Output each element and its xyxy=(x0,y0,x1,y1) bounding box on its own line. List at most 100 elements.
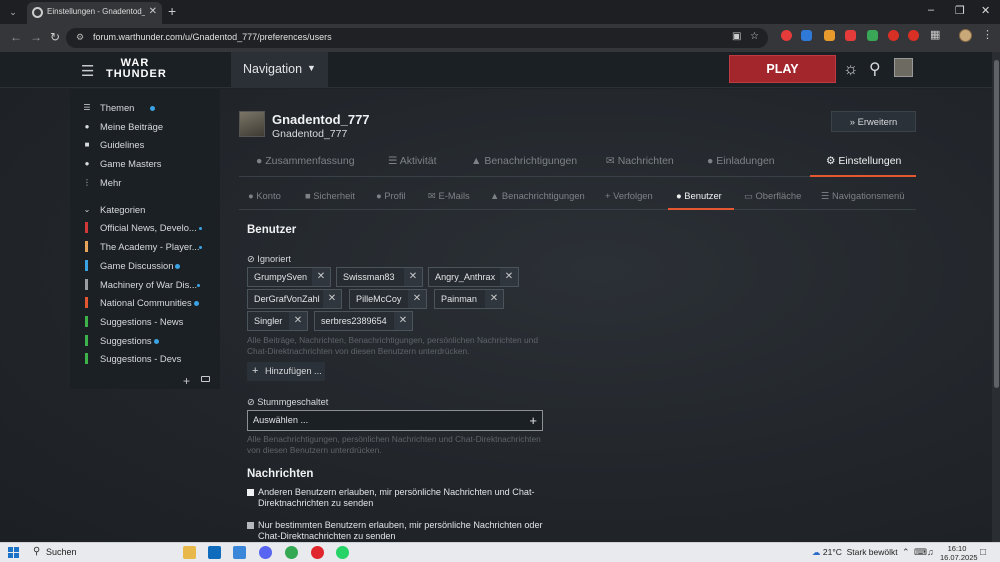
windows-start-icon[interactable] xyxy=(8,547,19,558)
allowlist-messages-checkbox[interactable] xyxy=(247,522,254,529)
sidebar-category-machinery-of-war[interactable]: Machinery of War Dis... xyxy=(82,278,218,294)
tab-einstellungen[interactable]: ⚙ Einstellungen xyxy=(826,155,901,167)
keyboard-icon[interactable]: ⌨ xyxy=(914,547,927,558)
remove-chip-icon[interactable]: ✕ xyxy=(394,312,412,330)
new-tab-icon[interactable]: + xyxy=(168,3,176,19)
taskbar-clock[interactable]: 16:10 16.07.2025 xyxy=(940,544,978,562)
sidebar-categories-header[interactable]: ⌄ Kategorien xyxy=(82,203,218,219)
tab-nachrichten[interactable]: ✉ Nachrichten xyxy=(606,155,674,167)
forward-icon[interactable]: → xyxy=(30,30,42,44)
remove-chip-icon[interactable]: ✕ xyxy=(408,290,426,308)
allow-messages-checkbox[interactable] xyxy=(247,489,254,496)
store-icon[interactable] xyxy=(233,546,246,559)
tab-aktivitaet[interactable]: ☰ Aktivität xyxy=(388,155,437,167)
sidebar-category-the-academy[interactable]: The Academy - Player... xyxy=(82,240,218,256)
sidebar-item-mehr[interactable]: ⋮ Mehr xyxy=(82,176,218,192)
extensions-puzzle-icon[interactable]: ▦ xyxy=(930,28,940,41)
select-placeholder: Auswählen ... xyxy=(253,415,309,425)
new-indicator-dot xyxy=(199,227,202,230)
notification-icon[interactable]: □ xyxy=(980,547,986,558)
extension-youtube-icon[interactable] xyxy=(845,30,856,41)
browser-menu-icon[interactable]: ⋮ xyxy=(982,28,993,41)
remove-chip-icon[interactable]: ✕ xyxy=(485,290,503,308)
remove-chip-icon[interactable]: ✕ xyxy=(500,268,518,286)
remove-chip-icon[interactable]: ✕ xyxy=(404,268,422,286)
bell-icon: ▲ xyxy=(471,155,485,167)
address-bar[interactable]: ⚙ forum.warthunder.com/u/Gnadentod_777/p… xyxy=(66,28,768,48)
discord-icon[interactable] xyxy=(259,546,272,559)
reload-icon[interactable]: ↻ xyxy=(50,30,60,44)
subtab-verfolgen[interactable]: + Verfolgen xyxy=(605,190,653,201)
extension-shield-icon[interactable] xyxy=(867,30,878,41)
subtab-benachrichtigungen[interactable]: ▲ Benachrichtigungen xyxy=(490,190,585,201)
muted-users-select[interactable]: Auswählen ... + xyxy=(247,410,543,431)
minimize-icon[interactable]: – xyxy=(928,4,934,16)
scrollbar-thumb[interactable] xyxy=(994,60,999,388)
add-button-label: Hinzufügen ... xyxy=(265,366,322,376)
browser-tab[interactable]: Einstellungen - Gnadentod_777 - ... ✕ xyxy=(27,2,162,24)
user-avatar[interactable] xyxy=(894,58,913,77)
search-icon[interactable]: ⚲ xyxy=(869,59,881,79)
opera-icon[interactable] xyxy=(311,546,324,559)
subtab-emails[interactable]: ✉ E-Mails xyxy=(428,190,470,202)
sidebar-item-label: Themen xyxy=(100,102,135,113)
chrome-icon[interactable] xyxy=(285,546,298,559)
extension-orange-icon[interactable] xyxy=(824,30,835,41)
back-icon[interactable]: ← xyxy=(10,30,22,44)
install-app-icon[interactable]: ▣ xyxy=(732,31,741,42)
tab-search-chevron-icon[interactable]: ⌄ xyxy=(6,5,20,19)
browser-profile-avatar[interactable] xyxy=(959,29,972,42)
file-explorer-icon[interactable] xyxy=(183,546,196,559)
volume-icon[interactable]: ♫ xyxy=(927,547,934,557)
sidebar-item-themen[interactable]: ☰ Themen xyxy=(82,101,218,117)
sidebar-category-suggestions-news[interactable]: Suggestions - News xyxy=(82,315,218,331)
sidebar-item-guidelines[interactable]: ■ Guidelines xyxy=(82,138,218,154)
maximize-icon[interactable]: ❐ xyxy=(955,4,965,17)
sidebar-item-game-masters[interactable]: ● Game Masters xyxy=(82,157,218,173)
add-ignored-button[interactable]: + Hinzufügen ... xyxy=(247,362,325,381)
sidebar-category-game-discussion[interactable]: Game Discussion xyxy=(82,259,218,275)
sidebar-category-official-news[interactable]: Official News, Develo... xyxy=(82,221,218,237)
subtab-navigationsmenue[interactable]: ☰ Navigationsmenü xyxy=(821,190,904,202)
hamburger-menu-icon[interactable]: ☰ xyxy=(81,62,94,80)
subtab-sicherheit[interactable]: ■ Sicherheit xyxy=(305,190,355,201)
subtab-profil[interactable]: ● Profil xyxy=(376,190,406,201)
sidebar-category-suggestions[interactable]: Suggestions xyxy=(82,334,218,350)
extension-blue-icon[interactable] xyxy=(801,30,812,41)
keyboard-shortcuts-icon[interactable] xyxy=(201,376,210,382)
taskbar-search[interactable]: ⚲ Suchen xyxy=(30,546,170,560)
sidebar-category-national-communities[interactable]: National Communities xyxy=(82,296,218,312)
tab-benachrichtigungen[interactable]: ▲ Benachrichtigungen xyxy=(471,155,577,167)
sidebar-category-suggestions-devs[interactable]: Suggestions - Devs xyxy=(82,352,218,368)
sidebar-item-meine-beitraege[interactable]: ● Meine Beiträge xyxy=(82,120,218,136)
tab-zusammenfassung[interactable]: ● Zusammenfassung xyxy=(256,155,355,167)
outlook-icon[interactable] xyxy=(208,546,221,559)
subtab-oberflaeche[interactable]: ▭ Oberfläche xyxy=(744,190,801,202)
sidebar-add-icon[interactable]: + xyxy=(183,374,190,388)
tab-einladungen[interactable]: ● Einladungen xyxy=(707,155,775,167)
subtab-benutzer[interactable]: ● Benutzer xyxy=(676,190,722,201)
tab-close-icon[interactable]: ✕ xyxy=(149,6,157,17)
book-icon: ■ xyxy=(84,140,90,149)
site-logo[interactable]: WAR THUNDER xyxy=(106,56,166,84)
site-info-icon[interactable]: ⚙ xyxy=(76,32,84,43)
remove-chip-icon[interactable]: ✕ xyxy=(289,312,307,330)
subtab-label: Verfolgen xyxy=(613,190,653,201)
theme-sun-icon[interactable]: ☼ xyxy=(843,59,859,79)
navigation-dropdown[interactable]: Navigation ▼ xyxy=(231,52,328,88)
remove-chip-icon[interactable]: ✕ xyxy=(323,290,341,308)
subtab-konto[interactable]: ● Konto xyxy=(248,190,281,201)
user-icon: ● xyxy=(84,122,90,131)
whatsapp-icon[interactable] xyxy=(336,546,349,559)
weather-widget[interactable]: ☁ 21°C Stark bewölkt xyxy=(812,547,898,558)
bookmark-star-icon[interactable]: ☆ xyxy=(750,31,759,42)
expand-button[interactable]: » Erweitern xyxy=(831,111,916,132)
window-close-icon[interactable]: ✕ xyxy=(981,4,990,17)
extension-badge-icon[interactable] xyxy=(908,30,919,41)
profile-avatar[interactable] xyxy=(239,111,265,137)
tray-chevron-icon[interactable]: ⌃ xyxy=(902,547,910,558)
play-button[interactable]: PLAY xyxy=(729,55,836,83)
extension-red-icon[interactable] xyxy=(781,30,792,41)
extension-drop-icon[interactable] xyxy=(888,30,899,41)
remove-chip-icon[interactable]: ✕ xyxy=(312,268,330,286)
